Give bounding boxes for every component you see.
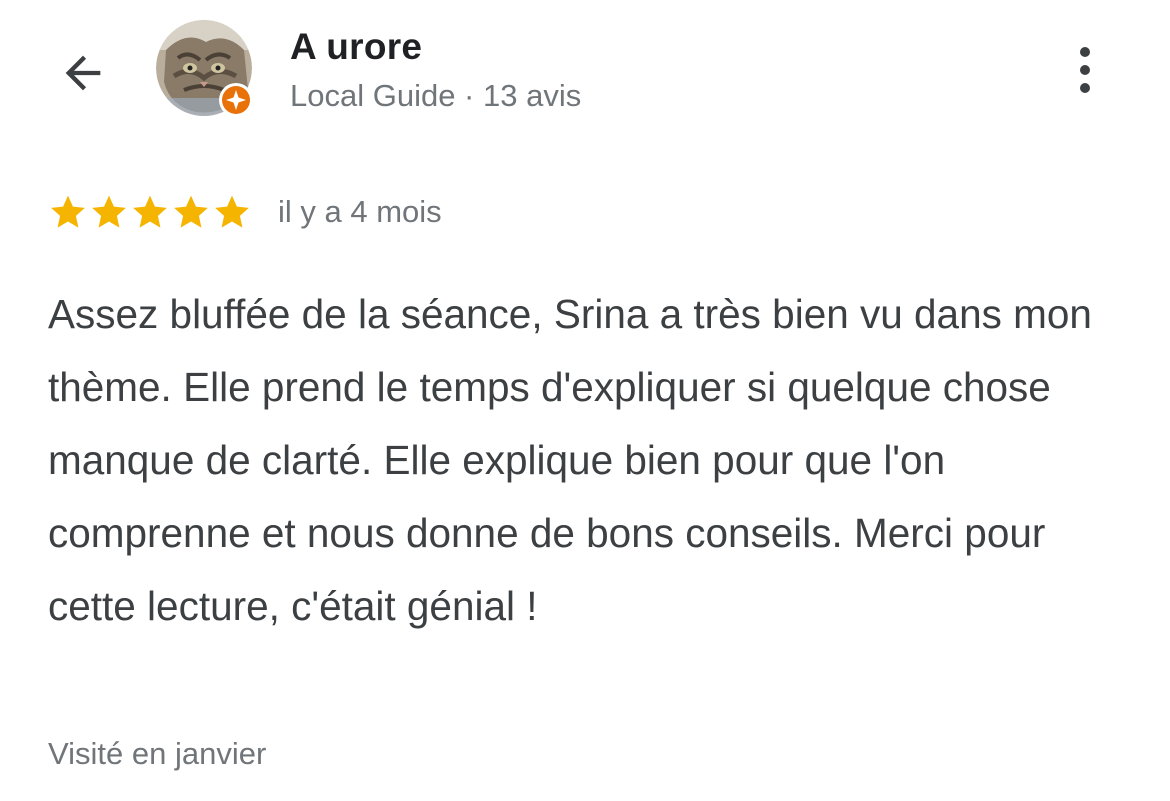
star-rating	[48, 192, 252, 232]
star-icon	[215, 195, 249, 228]
star-icon	[133, 195, 167, 228]
review-date: il y a 4 mois	[278, 194, 442, 229]
review-text: Assez bluffée de la séance, Srina a très…	[48, 291, 1092, 629]
back-button[interactable]	[52, 42, 114, 104]
author-name[interactable]: A urore	[290, 26, 422, 68]
more-vertical-icon	[1080, 65, 1090, 75]
more-vertical-icon	[1080, 47, 1090, 57]
avatar[interactable]	[156, 20, 253, 117]
star-icon	[51, 195, 85, 228]
more-vertical-icon	[1080, 83, 1090, 93]
star-icon	[92, 195, 126, 228]
arrow-left-icon	[65, 55, 101, 91]
visit-info: Visité en janvier	[48, 736, 267, 771]
star-icon	[174, 195, 208, 228]
local-guide-star-badge-icon	[219, 83, 253, 117]
more-options-button[interactable]	[1062, 38, 1108, 102]
author-meta: Local Guide · 13 avis	[290, 78, 582, 113]
rating-row: il y a 4 mois	[48, 192, 442, 232]
